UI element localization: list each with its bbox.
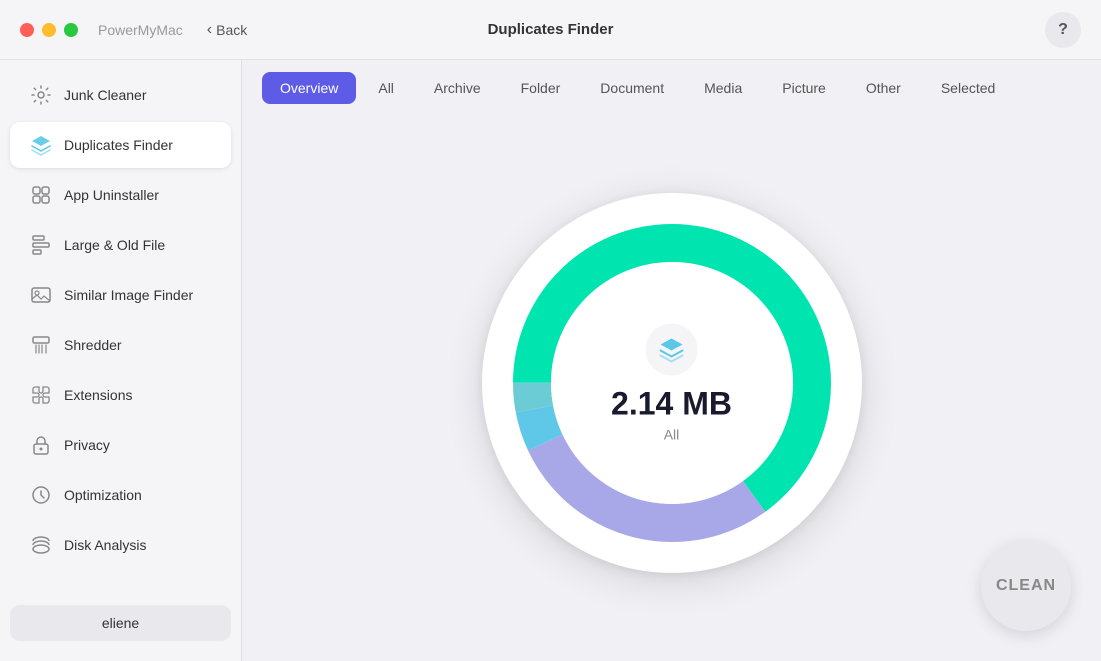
tab-overview[interactable]: Overview	[262, 72, 356, 104]
tab-folder[interactable]: Folder	[503, 72, 579, 104]
sidebar-item-shredder[interactable]: Shredder	[10, 322, 231, 368]
shredder-icon	[30, 334, 52, 356]
sidebar-footer: eliene	[0, 595, 241, 651]
sidebar-label-duplicates-finder: Duplicates Finder	[64, 137, 173, 153]
file-icon	[30, 234, 52, 256]
chart-label: All	[664, 426, 680, 442]
tab-document[interactable]: Document	[582, 72, 682, 104]
tab-bar: Overview All Archive Folder Document Med…	[242, 60, 1101, 104]
back-button[interactable]: ‹ Back	[207, 21, 247, 39]
tab-archive[interactable]: Archive	[416, 72, 499, 104]
traffic-lights	[20, 23, 78, 37]
lock-icon	[30, 434, 52, 456]
disk-icon	[30, 534, 52, 556]
donut-center: 2.14 MB All	[611, 323, 732, 442]
sidebar-label-optimization: Optimization	[64, 487, 142, 503]
chart-area: 2.14 MB All CLEAN	[242, 104, 1101, 661]
back-label: Back	[216, 22, 247, 38]
donut-layers-icon	[646, 323, 698, 375]
main-container: Junk Cleaner Duplicates Finder	[0, 60, 1101, 661]
sidebar-item-junk-cleaner[interactable]: Junk Cleaner	[10, 72, 231, 118]
extensions-icon	[30, 384, 52, 406]
tab-selected[interactable]: Selected	[923, 72, 1013, 104]
user-button[interactable]: eliene	[10, 605, 231, 641]
help-button[interactable]: ?	[1045, 12, 1081, 48]
back-chevron-icon: ‹	[207, 21, 212, 39]
chart-size: 2.14 MB	[611, 385, 732, 422]
window-title: Duplicates Finder	[488, 21, 614, 38]
app-icon	[30, 184, 52, 206]
sidebar-label-large-old-file: Large & Old File	[64, 237, 165, 253]
sidebar-item-optimization[interactable]: Optimization	[10, 472, 231, 518]
tab-all[interactable]: All	[360, 72, 412, 104]
minimize-traffic-light[interactable]	[42, 23, 56, 37]
sidebar-label-app-uninstaller: App Uninstaller	[64, 187, 159, 203]
content-area: Overview All Archive Folder Document Med…	[242, 60, 1101, 661]
sidebar-label-shredder: Shredder	[64, 337, 122, 353]
clean-button-wrapper: CLEAN	[981, 541, 1071, 631]
donut-chart: 2.14 MB All	[482, 193, 862, 573]
sidebar-label-extensions: Extensions	[64, 387, 132, 403]
sidebar-item-extensions[interactable]: Extensions	[10, 372, 231, 418]
clean-button[interactable]: CLEAN	[981, 541, 1071, 631]
tab-media[interactable]: Media	[686, 72, 760, 104]
sidebar-label-junk-cleaner: Junk Cleaner	[64, 87, 147, 103]
sidebar-item-disk-analysis[interactable]: Disk Analysis	[10, 522, 231, 568]
titlebar: PowerMyMac ‹ Back Duplicates Finder ?	[0, 0, 1101, 60]
app-name: PowerMyMac	[98, 22, 183, 38]
sidebar-item-privacy[interactable]: Privacy	[10, 422, 231, 468]
gear-icon	[30, 84, 52, 106]
layers-icon	[30, 134, 52, 156]
tab-picture[interactable]: Picture	[764, 72, 844, 104]
optimization-icon	[30, 484, 52, 506]
sidebar: Junk Cleaner Duplicates Finder	[0, 60, 242, 661]
sidebar-item-large-old-file[interactable]: Large & Old File	[10, 222, 231, 268]
sidebar-item-duplicates-finder[interactable]: Duplicates Finder	[10, 122, 231, 168]
sidebar-item-app-uninstaller[interactable]: App Uninstaller	[10, 172, 231, 218]
sidebar-item-similar-image[interactable]: Similar Image Finder	[10, 272, 231, 318]
sidebar-label-similar-image: Similar Image Finder	[64, 287, 193, 303]
tab-other[interactable]: Other	[848, 72, 919, 104]
fullscreen-traffic-light[interactable]	[64, 23, 78, 37]
image-icon	[30, 284, 52, 306]
sidebar-label-privacy: Privacy	[64, 437, 110, 453]
close-traffic-light[interactable]	[20, 23, 34, 37]
sidebar-label-disk-analysis: Disk Analysis	[64, 537, 146, 553]
